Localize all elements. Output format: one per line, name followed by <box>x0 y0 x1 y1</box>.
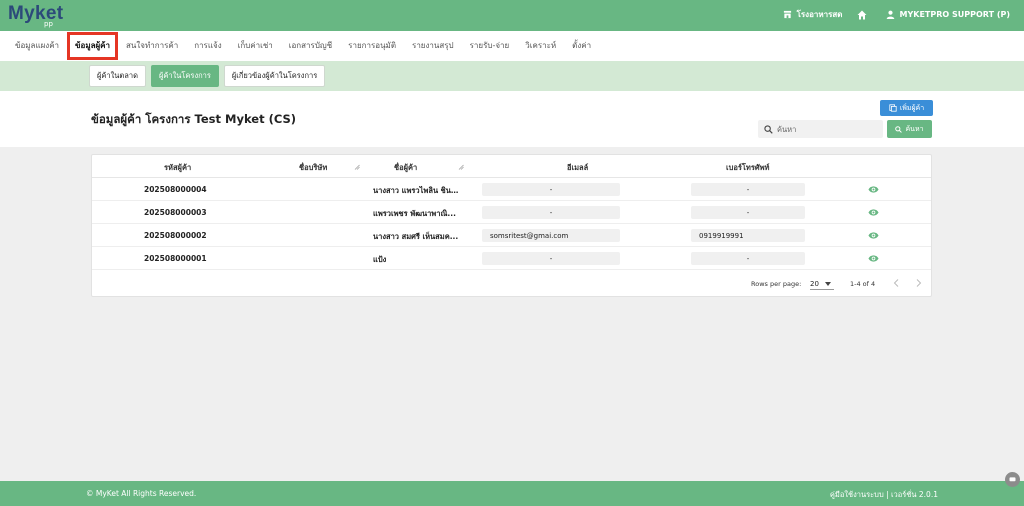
search-icon <box>895 125 903 133</box>
chat-icon[interactable] <box>1005 472 1020 487</box>
phone-field: - <box>691 183 805 196</box>
email-field: somsritest@gmai.com <box>482 229 620 242</box>
top-bar: Myket pp โรงอาหารสด MYKETPRO SUPPORT (P) <box>0 0 1024 31</box>
tab-related-persons[interactable]: ผู้เกี่ยวข้องผู้ค้าในโครงการ <box>223 65 326 87</box>
store-icon <box>783 10 791 19</box>
email-field: - <box>482 252 620 265</box>
home-button[interactable] <box>857 10 872 20</box>
chevron-down-icon <box>824 281 831 286</box>
footer: © MyKet All Rights Reserved. คู่มือใช้งา… <box>0 481 1024 506</box>
menu-approvals[interactable]: รายการอนุมัติ <box>340 31 404 61</box>
vendor-name: นางสาว สมศรี เห็นสมค... <box>373 232 459 241</box>
menu-stalls[interactable]: ข้อมูลแผงค้า <box>7 31 67 61</box>
search-button[interactable]: ค้นหา <box>887 120 932 138</box>
phone-field: - <box>691 252 805 265</box>
table-row[interactable]: 202508000001 แป้ง - - <box>92 247 931 270</box>
vendor-name: แพรวเพชร พัฒนาพาณิ... <box>373 209 456 218</box>
view-icon[interactable] <box>868 254 879 263</box>
header-phone[interactable]: เบอร์โทรศัพท์ <box>726 162 770 174</box>
canteen-label: โรงอาหารสด <box>796 10 843 19</box>
vendor-table: รหัสผู้ค้า ชื่อบริษัท ชื่อผู้ค้า อีเมลล์… <box>91 154 932 297</box>
view-icon[interactable] <box>868 208 879 217</box>
manual-version-link[interactable]: คู่มือใช้งานระบบ | เวอร์ชั่น 2.0.1 <box>830 489 938 501</box>
copyright: © MyKet All Rights Reserved. <box>86 489 197 498</box>
search-box[interactable] <box>758 120 883 138</box>
pagination: Rows per page: 20 1-4 of 4 <box>92 271 931 297</box>
table-row[interactable]: 202508000002 นางสาว สมศรี เห็นสมค... som… <box>92 224 931 247</box>
menu-income-expense[interactable]: รายรับ-จ่าย <box>462 31 518 61</box>
chevron-left-icon[interactable] <box>893 279 899 287</box>
view-icon[interactable] <box>868 185 879 194</box>
vendor-code: 202508000001 <box>144 254 207 263</box>
phone-field: 0919919991 <box>691 229 805 242</box>
header-company[interactable]: ชื่อบริษัท <box>299 162 327 174</box>
search-icon <box>764 124 773 134</box>
add-vendor-button[interactable]: เพิ่มผู้ค้า <box>880 100 933 116</box>
menu-notify[interactable]: การแจ้ง <box>186 31 229 61</box>
user-icon <box>886 10 894 19</box>
table-header: รหัสผู้ค้า ชื่อบริษัท ชื่อผู้ค้า อีเมลล์… <box>92 155 931 178</box>
vendor-code: 202508000004 <box>144 185 207 194</box>
menu-accounting[interactable]: เอกสารบัญชี <box>281 31 340 61</box>
canteen-link[interactable]: โรงอาหารสด <box>783 8 843 21</box>
table-row[interactable]: 202508000004 นางสาว แพรวไพลิน ชิน... - - <box>92 178 931 201</box>
chevron-right-icon[interactable] <box>916 279 922 287</box>
logo-subtitle: pp <box>44 20 53 28</box>
menu-analysis[interactable]: วิเคราะห์ <box>517 31 564 61</box>
tab-project-vendors[interactable]: ผู้ค้าในโครงการ <box>150 65 219 87</box>
user-label: MYKETPRO SUPPORT (P) <box>899 10 1011 19</box>
page-header: ข้อมูลผู้ค้า โครงการ Test Myket (CS) เพิ… <box>0 91 1024 147</box>
search-input[interactable] <box>777 124 872 134</box>
header-name[interactable]: ชื่อผู้ค้า <box>394 162 417 174</box>
email-field: - <box>482 183 620 196</box>
vendor-code: 202508000003 <box>144 208 207 217</box>
sub-tabs: ผู้ค้าในตลาด ผู้ค้าในโครงการ ผู้เกี่ยวข้… <box>0 61 1024 91</box>
header-email[interactable]: อีเมลล์ <box>567 162 588 174</box>
search-button-label: ค้นหา <box>905 124 924 133</box>
menu-reports[interactable]: รายงานสรุป <box>404 31 462 61</box>
menu-interest[interactable]: สนใจทำการค้า <box>118 31 186 61</box>
tab-market-vendors[interactable]: ผู้ค้าในตลาด <box>89 65 146 87</box>
vendor-name: แป้ง <box>373 255 387 264</box>
logo[interactable]: Myket <box>8 3 63 25</box>
chat-bubble-icon <box>1009 476 1016 481</box>
main-menu: ข้อมูลแผงค้า ข้อมูลผู้ค้า สนใจทำการค้า ก… <box>0 31 1024 61</box>
header-code[interactable]: รหัสผู้ค้า <box>164 162 191 174</box>
rows-per-page-label: Rows per page: <box>751 280 802 288</box>
page-title: ข้อมูลผู้ค้า โครงการ Test Myket (CS) <box>91 112 297 126</box>
vendor-name: นางสาว แพรวไพลิน ชิน... <box>373 186 459 195</box>
email-field: - <box>482 206 620 219</box>
page-range: 1-4 of 4 <box>850 280 876 288</box>
table-row[interactable]: 202508000003 แพรวเพชร พัฒนาพาณิ... - - <box>92 201 931 224</box>
add-icon <box>889 104 897 112</box>
resize-handle-icon[interactable] <box>354 164 360 170</box>
add-vendor-label: เพิ่มผู้ค้า <box>899 103 925 112</box>
menu-settings[interactable]: ตั้งค่า <box>564 31 599 61</box>
menu-vendors[interactable]: ข้อมูลผู้ค้า <box>67 32 119 60</box>
view-icon[interactable] <box>868 231 879 240</box>
phone-field: - <box>691 206 805 219</box>
rows-per-page-select[interactable]: 20 <box>810 278 834 290</box>
topbar-actions: โรงอาหารสด MYKETPRO SUPPORT (P) <box>769 8 1010 21</box>
resize-handle-icon[interactable] <box>458 164 464 170</box>
rows-per-page-value: 20 <box>810 279 819 288</box>
home-icon <box>857 10 866 19</box>
user-menu[interactable]: MYKETPRO SUPPORT (P) <box>886 10 1011 19</box>
menu-rent[interactable]: เก็บค่าเช่า <box>230 31 281 61</box>
vendor-code: 202508000002 <box>144 231 207 240</box>
